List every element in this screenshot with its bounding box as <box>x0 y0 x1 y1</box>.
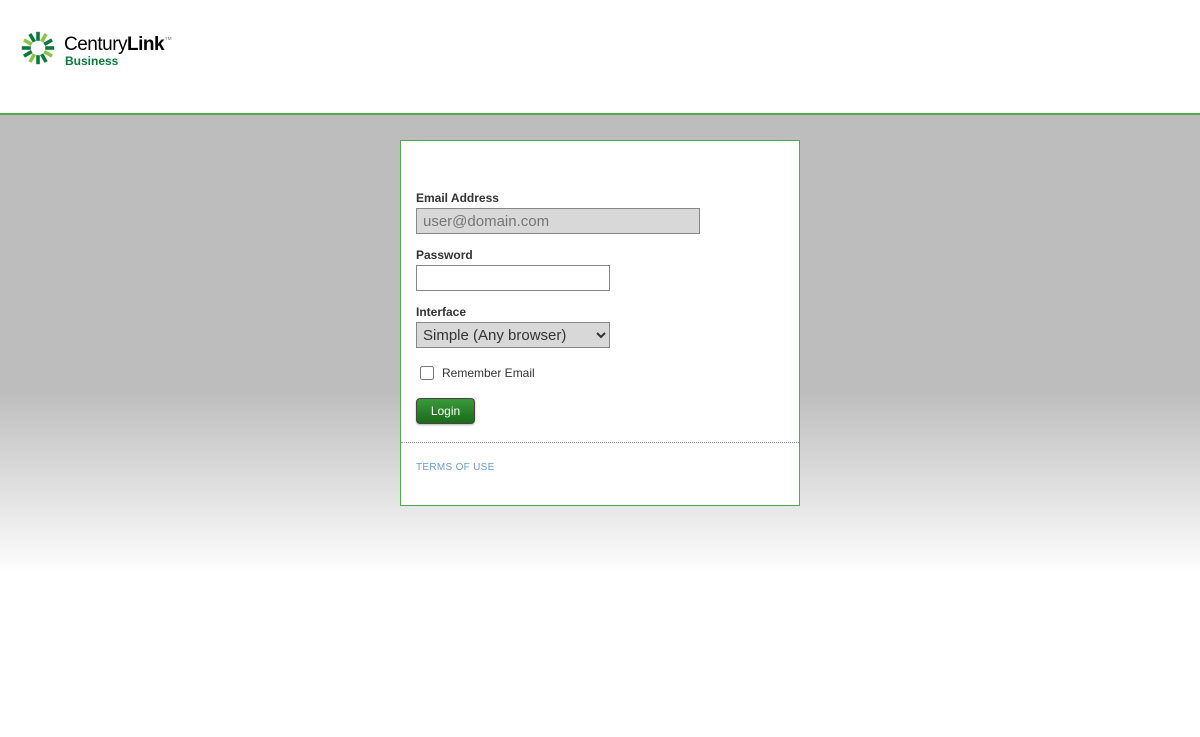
email-label: Email Address <box>416 191 784 205</box>
main-area: Email Address Password Interface Simple … <box>0 115 1200 575</box>
interface-select[interactable]: Simple (Any browser) <box>416 322 610 348</box>
login-form: Email Address Password Interface Simple … <box>401 141 799 443</box>
logo-brand-suffix: Link <box>127 34 164 55</box>
password-label: Password <box>416 248 784 262</box>
email-group: Email Address <box>416 191 784 234</box>
login-button[interactable]: Login <box>416 398 475 424</box>
panel-footer: TERMS OF USE <box>401 443 799 505</box>
logo-brand-prefix: Century <box>64 34 127 55</box>
header: CenturyLink™ Business <box>0 0 1200 115</box>
terms-link[interactable]: TERMS OF USE <box>416 462 495 473</box>
remember-checkbox[interactable] <box>420 366 434 380</box>
login-panel: Email Address Password Interface Simple … <box>400 140 800 506</box>
logo-text: CenturyLink™ Business <box>64 34 172 68</box>
remember-label: Remember Email <box>442 366 535 380</box>
email-field[interactable] <box>416 208 700 234</box>
remember-row: Remember Email <box>416 366 784 380</box>
centurylink-logo-icon <box>20 30 56 71</box>
logo-brand: CenturyLink™ <box>64 34 172 56</box>
logo: CenturyLink™ Business <box>20 30 1180 71</box>
logo-tm: ™ <box>164 35 172 44</box>
password-group: Password <box>416 248 784 291</box>
logo-subtitle: Business <box>65 54 172 68</box>
interface-group: Interface Simple (Any browser) <box>416 305 784 348</box>
interface-label: Interface <box>416 305 784 319</box>
password-field[interactable] <box>416 265 610 291</box>
